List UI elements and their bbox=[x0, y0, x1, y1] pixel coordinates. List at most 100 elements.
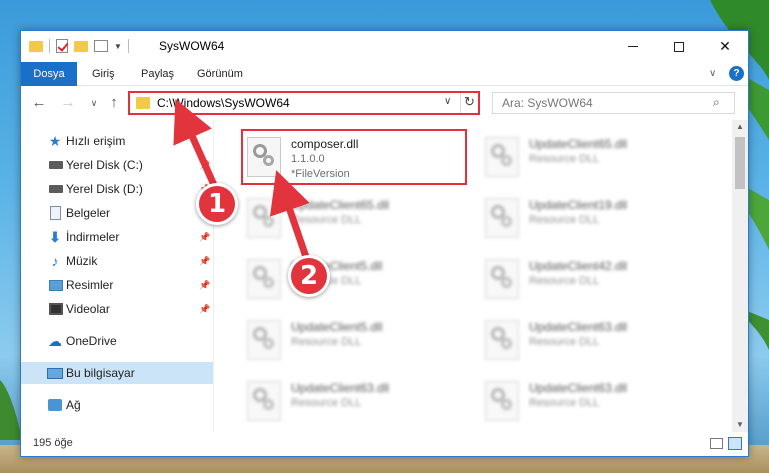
close-icon: ✕ bbox=[719, 38, 731, 54]
dll-file-icon bbox=[485, 320, 519, 360]
dll-file-icon bbox=[247, 381, 281, 421]
sidebar-item-label: Ağ bbox=[66, 398, 81, 412]
expand-ribbon-icon[interactable]: ∨ bbox=[709, 68, 716, 79]
dll-file-icon bbox=[485, 137, 519, 177]
pin-icon[interactable]: 📌 bbox=[199, 280, 210, 291]
maximize-icon bbox=[674, 41, 684, 52]
sidebar-item-label: OneDrive bbox=[66, 334, 117, 348]
pin-icon[interactable]: 📌 bbox=[199, 304, 210, 315]
sidebar-item-label: Bu bilgisayar bbox=[66, 366, 135, 380]
sidebar-item-label: Hızlı erişim bbox=[66, 134, 126, 148]
sidebar-item-label: Yerel Disk (D:) bbox=[66, 182, 143, 196]
sidebar-item-music[interactable]: ♪ Müzik 📌 bbox=[21, 250, 213, 272]
file-name: UpdateClient65.dll bbox=[529, 137, 628, 151]
chevron-down-icon[interactable]: ∨ bbox=[444, 96, 451, 107]
step-marker-1: 1 bbox=[196, 183, 238, 225]
chevron-down-icon[interactable]: ▼ bbox=[114, 42, 122, 51]
dll-file-icon bbox=[485, 259, 519, 299]
onedrive-icon: ☁ bbox=[48, 332, 62, 349]
file-description: Resource DLL bbox=[529, 214, 600, 226]
title-bar: ▼ SysWOW64 ✕ bbox=[21, 31, 748, 62]
file-tile[interactable]: UpdateClient5.dll Resource DLL bbox=[241, 312, 473, 368]
search-icon[interactable]: ⌕ bbox=[713, 95, 720, 110]
tab-gorunum[interactable]: Görünüm bbox=[197, 62, 243, 86]
address-path[interactable]: C:\Windows\SysWOW64 bbox=[157, 96, 290, 110]
scrollbar-thumb[interactable] bbox=[735, 137, 745, 189]
music-icon: ♪ bbox=[51, 253, 59, 269]
up-arrow-icon[interactable]: ↑ bbox=[104, 93, 124, 113]
sidebar-item-local-disk-c[interactable]: Yerel Disk (C:) 📌 bbox=[21, 154, 213, 176]
file-tile[interactable]: UpdateClient65.dll Resource DLL bbox=[241, 190, 473, 246]
status-bar: 195 öğe bbox=[21, 432, 748, 456]
file-description: Resource DLL bbox=[291, 214, 362, 226]
search-input[interactable]: Ara: SysWOW64 ⌕ bbox=[492, 92, 735, 114]
documents-icon bbox=[50, 206, 61, 220]
close-button[interactable]: ✕ bbox=[702, 31, 748, 62]
window-title: SysWOW64 bbox=[159, 39, 225, 53]
file-tile[interactable]: UpdateClient42.dll Resource DLL bbox=[479, 251, 711, 307]
toolbar-divider bbox=[127, 39, 129, 53]
item-count: 195 öğe bbox=[33, 437, 73, 449]
file-tile[interactable]: UpdateClient63.dll Resource DLL bbox=[479, 373, 711, 429]
dll-file-icon bbox=[247, 259, 281, 299]
details-view-icon[interactable] bbox=[710, 438, 723, 449]
file-name: UpdateClient65.dll bbox=[291, 198, 390, 212]
pin-icon[interactable]: 📌 bbox=[199, 232, 210, 243]
file-tile[interactable]: UpdateClient19.dll Resource DLL bbox=[479, 190, 711, 246]
folder-icon bbox=[136, 97, 150, 109]
file-description: Resource DLL bbox=[529, 397, 600, 409]
search-placeholder: Ara: SysWOW64 bbox=[502, 96, 593, 110]
navigation-bar: ← → ∨ ↑ C:\Windows\SysWOW64 ∨ ↻ Ara: Sys… bbox=[21, 86, 748, 120]
dll-file-icon bbox=[247, 198, 281, 238]
pin-icon[interactable]: 📌 bbox=[199, 160, 210, 171]
videos-icon bbox=[49, 303, 63, 315]
sidebar-item-local-disk-d[interactable]: Yerel Disk (D:) 📌 bbox=[21, 178, 213, 200]
sidebar-item-onedrive[interactable]: ☁ OneDrive bbox=[21, 330, 213, 352]
ribbon-tabs: Dosya Giriş Paylaş Görünüm ∨ ? bbox=[21, 62, 748, 86]
dll-file-icon bbox=[485, 198, 519, 238]
sidebar-item-documents[interactable]: Belgeler 📌 bbox=[21, 202, 213, 224]
scroll-up-icon[interactable]: ▲ bbox=[736, 122, 744, 131]
file-description: Resource DLL bbox=[291, 397, 362, 409]
customize-icon[interactable] bbox=[94, 40, 108, 52]
vertical-scrollbar[interactable]: ▲ ▼ bbox=[732, 120, 748, 432]
pin-icon[interactable]: 📌 bbox=[199, 256, 210, 267]
forward-arrow-icon[interactable]: → bbox=[58, 93, 78, 113]
file-tile[interactable]: UpdateClient63.dll Resource DLL bbox=[241, 373, 473, 429]
sidebar-item-downloads[interactable]: ⬇ İndirmeler 📌 bbox=[21, 226, 213, 248]
refresh-icon[interactable]: ↻ bbox=[464, 94, 475, 110]
file-tile[interactable]: UpdateClient5.dll Resource DLL bbox=[241, 251, 473, 307]
file-name: UpdateClient63.dll bbox=[529, 320, 628, 334]
file-tile[interactable]: UpdateClient65.dll Resource DLL bbox=[479, 129, 711, 185]
new-folder-icon[interactable] bbox=[74, 40, 88, 52]
tab-dosya[interactable]: Dosya bbox=[21, 62, 77, 86]
sidebar-item-network[interactable]: Ağ bbox=[21, 394, 213, 416]
back-arrow-icon[interactable]: ← bbox=[29, 93, 49, 113]
minimize-button[interactable] bbox=[610, 31, 656, 62]
help-icon[interactable]: ? bbox=[729, 66, 744, 81]
file-description: Resource DLL bbox=[529, 336, 600, 348]
tab-paylas[interactable]: Paylaş bbox=[141, 62, 174, 86]
sidebar-item-pictures[interactable]: Resimler 📌 bbox=[21, 274, 213, 296]
star-icon: ★ bbox=[48, 132, 62, 149]
maximize-button[interactable] bbox=[656, 31, 702, 62]
sidebar-item-this-pc[interactable]: Bu bilgisayar bbox=[21, 362, 213, 384]
tab-giris[interactable]: Giriş bbox=[92, 62, 115, 86]
file-tile[interactable]: UpdateClient63.dll Resource DLL bbox=[479, 312, 711, 368]
sidebar-item-label: Yerel Disk (C:) bbox=[66, 158, 143, 172]
sidebar-item-quick-access[interactable]: ★ Hızlı erişim bbox=[21, 130, 213, 152]
pictures-icon bbox=[49, 279, 63, 291]
tiles-view-icon[interactable] bbox=[728, 437, 742, 450]
address-bar[interactable]: C:\Windows\SysWOW64 ∨ ↻ bbox=[128, 91, 480, 115]
sidebar-item-videos[interactable]: Videolar 📌 bbox=[21, 298, 213, 320]
scroll-down-icon[interactable]: ▼ bbox=[736, 420, 744, 429]
recent-locations-icon[interactable]: ∨ bbox=[84, 93, 104, 113]
dll-file-icon bbox=[485, 381, 519, 421]
step-marker-2: 2 bbox=[288, 255, 330, 297]
file-name: UpdateClient19.dll bbox=[529, 198, 628, 212]
file-description: Resource DLL bbox=[529, 153, 600, 165]
properties-check-icon[interactable] bbox=[56, 39, 68, 53]
drive-icon bbox=[49, 185, 63, 193]
downloads-icon: ⬇ bbox=[49, 228, 61, 245]
palm-foliage-left bbox=[0, 380, 22, 440]
